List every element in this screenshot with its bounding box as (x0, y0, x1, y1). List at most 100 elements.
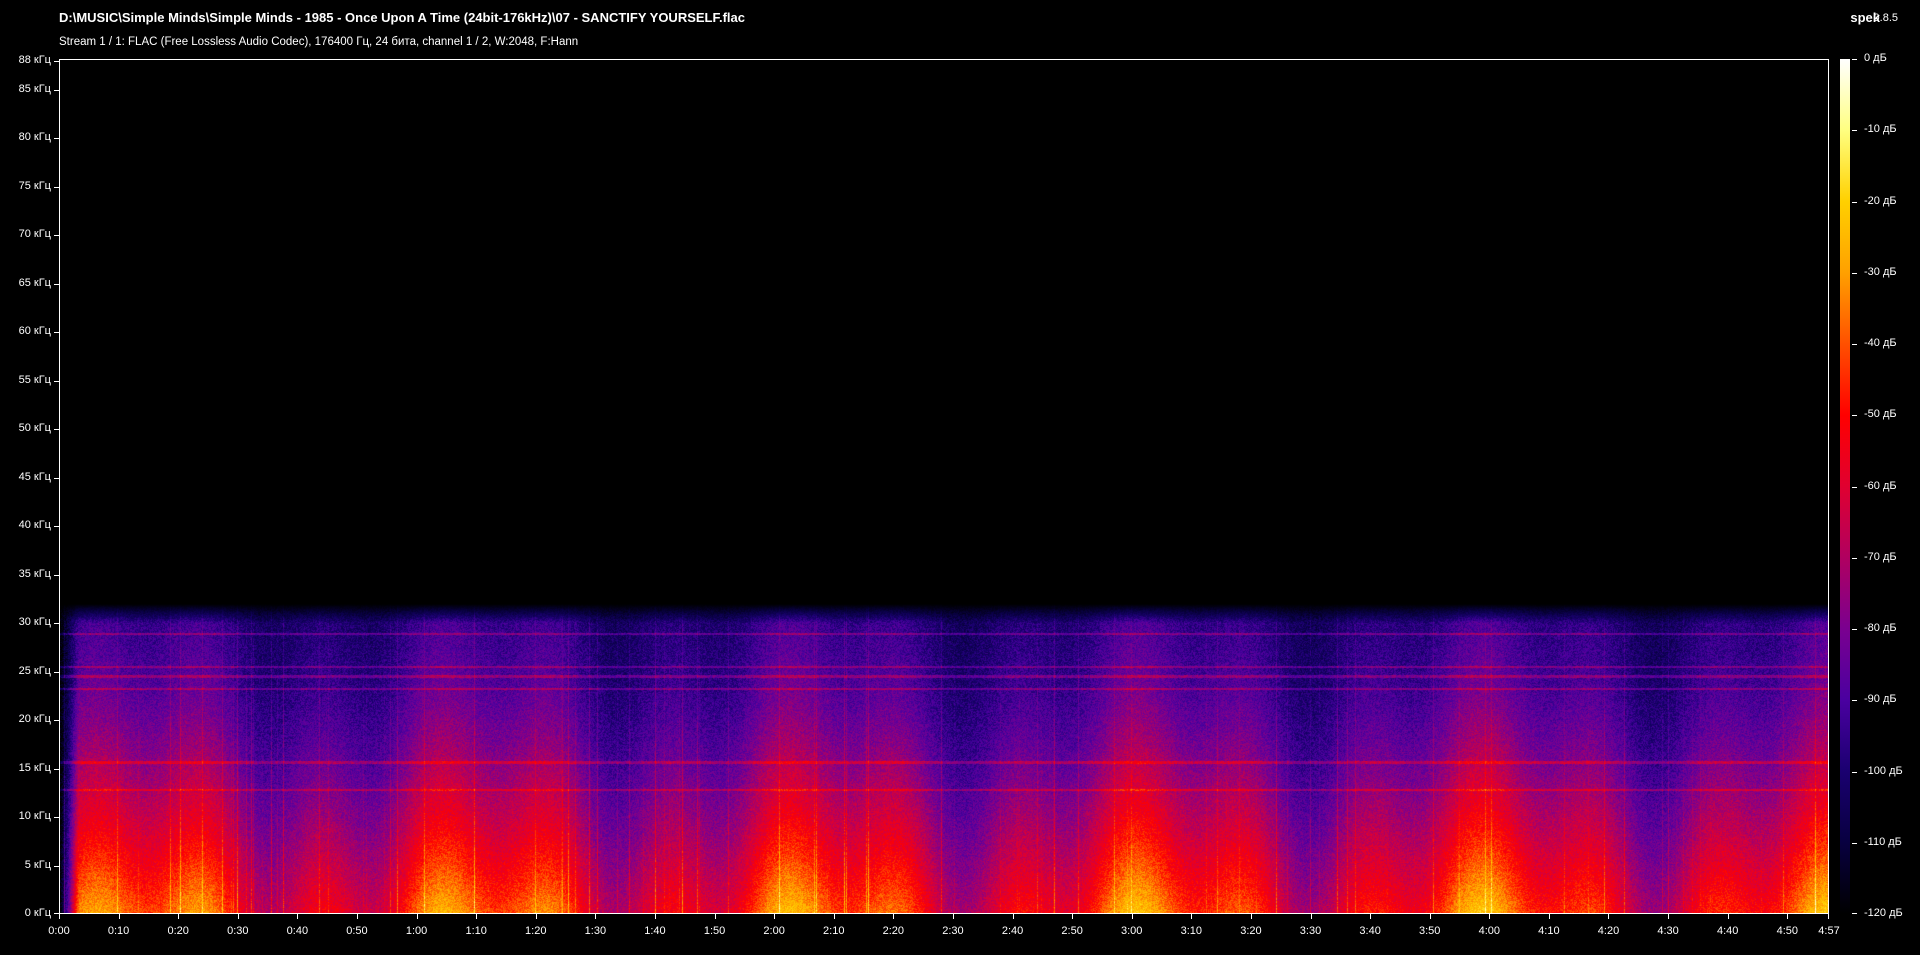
color-scale-tick-mark (1852, 59, 1857, 60)
time-tick-mark (237, 914, 239, 919)
time-tick-label: 1:40 (644, 925, 666, 937)
time-tick-label: 4:40 (1716, 925, 1739, 937)
color-scale-tick-label: -120 дБ (1864, 907, 1903, 919)
color-scale-tick-label: -100 дБ (1864, 764, 1903, 777)
time-tick-mark (1787, 914, 1789, 919)
time-tick-mark (1191, 914, 1193, 919)
time-tick-label: 0:10 (107, 925, 130, 937)
time-tick-label: 1:00 (405, 925, 428, 937)
app-version: 0.8.5 (1873, 12, 1898, 24)
frequency-tick-label: 70 кГц (18, 228, 51, 241)
file-path-title: D:\MUSIC\Simple Minds\Simple Minds - 198… (59, 10, 746, 25)
color-scale-tick-label: -50 дБ (1864, 408, 1897, 421)
time-tick-label: 0:50 (346, 925, 368, 937)
frequency-tick-label: 60 кГц (18, 325, 51, 338)
time-tick-mark (118, 914, 120, 919)
time-tick-mark (1072, 914, 1074, 919)
color-scale-tick-mark (1852, 415, 1857, 417)
time-tick-label: 3:30 (1299, 925, 1322, 937)
time-tick-label: 4:10 (1538, 925, 1560, 937)
time-tick-label: 3:20 (1240, 925, 1262, 937)
color-scale-tick-mark (1852, 700, 1857, 702)
frequency-tick-label: 30 кГц (18, 616, 51, 629)
time-tick-mark (1310, 914, 1312, 919)
time-tick-label: 4:57 (1818, 925, 1840, 937)
color-scale-tick-label: 0 дБ (1864, 52, 1887, 64)
color-scale-tick-mark (1852, 913, 1857, 914)
color-scale-tick-label: -20 дБ (1864, 194, 1897, 207)
time-tick-label: 2:20 (882, 925, 905, 937)
frequency-tick-label: 80 кГц (18, 131, 51, 144)
color-scale-bar (1840, 59, 1850, 914)
color-scale-tick-label: -70 дБ (1864, 550, 1897, 563)
frequency-tick-label: 5 кГц (24, 858, 51, 871)
time-tick-mark (1668, 914, 1670, 919)
time-tick-mark (356, 914, 358, 919)
frequency-tick-label: 0 кГц (24, 907, 51, 919)
time-tick-label: 1:30 (584, 925, 607, 937)
frequency-tick-label: 15 кГц (18, 761, 51, 774)
time-tick-mark (1608, 914, 1610, 919)
time-tick-label: 1:20 (525, 925, 547, 937)
frequency-tick-label: 10 кГц (18, 810, 51, 823)
frequency-tick-label: 55 кГц (18, 373, 51, 386)
time-tick-mark (416, 914, 418, 919)
time-tick-mark (893, 914, 895, 919)
time-tick-label: 2:40 (1001, 925, 1024, 937)
spectrogram-plot[interactable] (59, 59, 1829, 914)
time-tick-mark (1250, 914, 1252, 919)
time-tick-mark (476, 914, 478, 919)
time-tick-mark (833, 914, 835, 919)
time-tick-label: 0:20 (167, 925, 189, 937)
color-scale-tick-label: -60 дБ (1864, 479, 1897, 492)
color-scale-tick-mark (1852, 201, 1857, 203)
time-tick-mark (1429, 914, 1431, 919)
time-tick-label: 4:00 (1478, 925, 1501, 937)
time-tick-label: 4:30 (1657, 925, 1679, 937)
time-tick-mark (714, 914, 716, 919)
time-tick-mark (535, 914, 537, 919)
time-tick-mark (1548, 914, 1550, 919)
time-tick-mark (59, 914, 60, 919)
stream-info: Stream 1 / 1: FLAC (Free Lossless Audio … (59, 36, 579, 48)
time-tick-label: 0:00 (48, 925, 70, 937)
frequency-tick-label: 25 кГц (18, 664, 51, 677)
time-tick-label: 2:10 (823, 925, 845, 937)
time-tick-mark (595, 914, 597, 919)
color-scale-tick-label: -30 дБ (1864, 265, 1897, 278)
frequency-tick-label: 40 кГц (18, 519, 51, 532)
color-scale-tick-mark (1852, 557, 1857, 559)
frequency-tick-label: 88 кГц (18, 53, 51, 66)
time-tick-label: 0:40 (286, 925, 309, 937)
color-scale-tick-mark (1852, 272, 1857, 274)
color-scale-tick-mark (1852, 344, 1857, 345)
time-tick-label: 2:00 (763, 925, 785, 937)
color-scale-tick-mark (1852, 130, 1857, 132)
frequency-tick-label: 45 кГц (18, 470, 51, 483)
time-tick-label: 2:30 (942, 925, 964, 937)
time-tick-mark (1370, 914, 1372, 919)
time-tick-label: 3:50 (1418, 925, 1441, 937)
time-tick-label: 3:00 (1121, 925, 1143, 937)
color-scale-tick-label: -110 дБ (1864, 835, 1902, 848)
time-tick-mark (1727, 914, 1729, 919)
color-scale-tick-mark (1852, 629, 1857, 630)
time-tick-mark (297, 914, 299, 919)
frequency-tick-label: 20 кГц (18, 713, 51, 726)
time-tick-label: 4:20 (1597, 925, 1620, 937)
time-tick-label: 2:50 (1061, 925, 1083, 937)
time-tick-label: 3:10 (1180, 925, 1203, 937)
frequency-tick-label: 65 кГц (18, 276, 51, 289)
time-tick-mark (178, 914, 180, 919)
frequency-tick-label: 50 кГц (18, 422, 51, 435)
time-tick-label: 1:10 (465, 925, 487, 937)
color-scale-tick-label: -10 дБ (1864, 123, 1897, 136)
time-tick-mark (1828, 914, 1829, 919)
time-tick-mark (1131, 914, 1133, 919)
frequency-tick-label: 75 кГц (18, 179, 51, 192)
time-tick-mark (654, 914, 656, 919)
frequency-tick-label: 35 кГц (18, 567, 51, 580)
spectrogram-canvas (60, 60, 1828, 913)
color-scale-tick-label: -80 дБ (1864, 622, 1897, 634)
color-scale-tick-mark (1852, 771, 1857, 773)
